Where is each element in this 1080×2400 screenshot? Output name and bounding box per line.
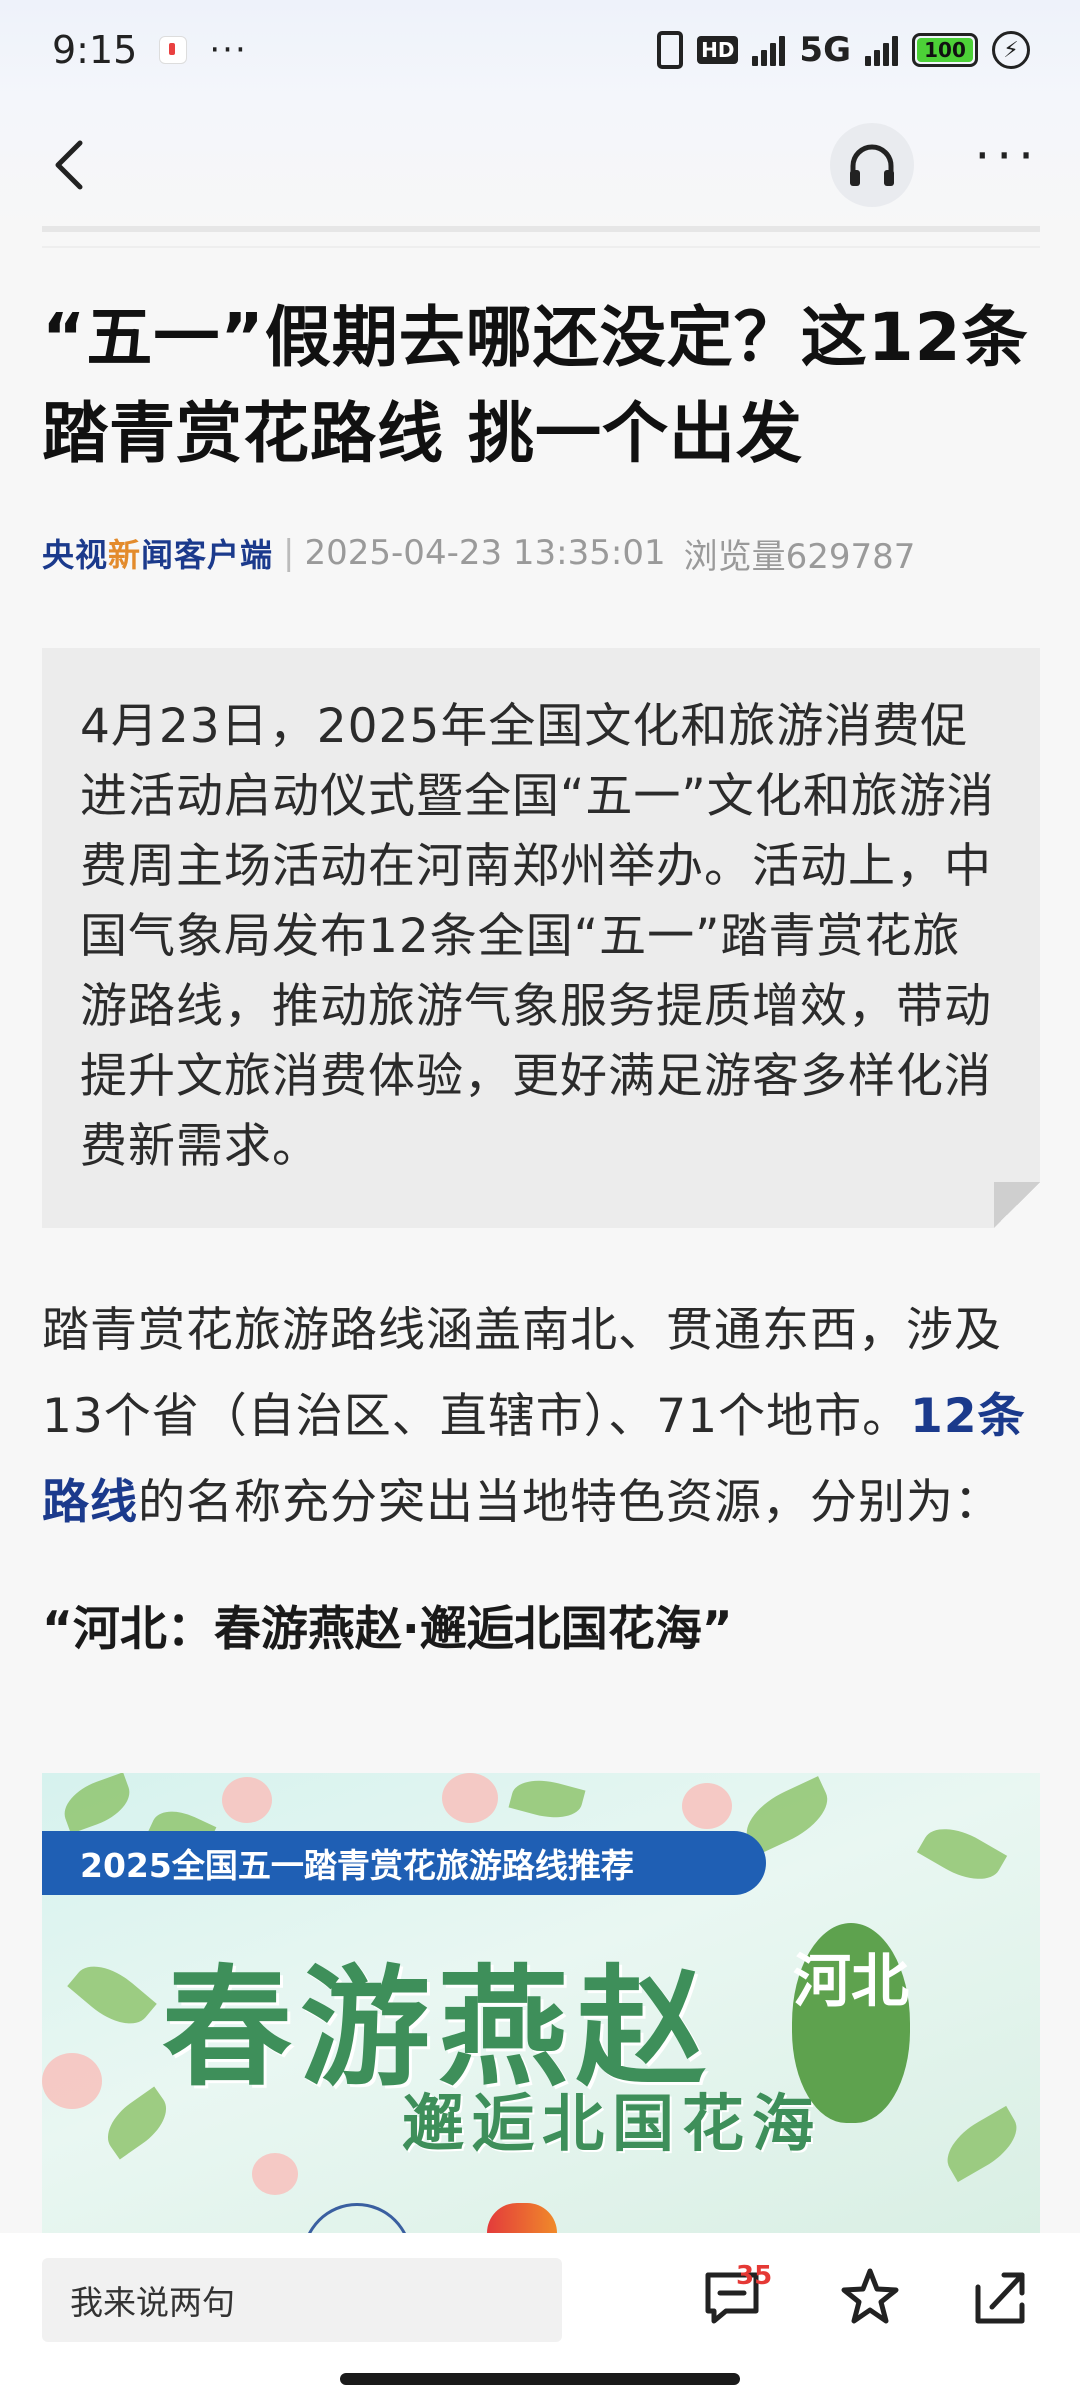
article-source[interactable]: 央视新闻客户端 — [42, 530, 273, 576]
body-paragraph: 踏青赏花旅游路线涵盖南北、贯通东西，涉及13个省（自治区、直辖市）、71个地市。… — [42, 1288, 1042, 1546]
home-indicator[interactable] — [340, 2373, 740, 2385]
body-text-part2: 的名称充分突出当地特色资源，分别为： — [138, 1475, 1002, 1530]
source-accent: 新 — [108, 536, 142, 574]
blossom-decoration — [682, 1783, 732, 1829]
leaf-decoration — [67, 1952, 157, 2038]
status-time: 9:15 — [52, 28, 138, 72]
source-part2: 闻客户端 — [141, 536, 274, 574]
star-icon — [841, 2268, 899, 2324]
body-text-part1: 踏青赏花旅游路线涵盖南北、贯通东西，涉及13个省（自治区、直辖市）、71个地市。 — [42, 1303, 1002, 1444]
leaf-decoration — [936, 2105, 1028, 2183]
nav-bar: ··· — [0, 100, 1080, 230]
summary-text: 4月23日，2025年全国文化和旅游消费促进活动启动仪式暨全国“五一”文化和旅游… — [80, 699, 995, 1174]
bottom-bar: 我来说两句 35 — [0, 2233, 1080, 2400]
signal-icon — [752, 34, 786, 66]
section-heading: “河北：春游燕赵·邂逅北国花海” — [42, 1602, 733, 1657]
banner-subtitle: 邂逅北国花海 — [402, 2087, 823, 2160]
page-fold-decoration — [994, 1182, 1040, 1228]
meta-separator: | — [283, 533, 295, 573]
article-image[interactable]: 2025全国五一踏青赏花旅游路线推荐 春游燕赵 邂逅北国花海 河北 — [42, 1773, 1040, 2233]
back-button[interactable] — [40, 135, 100, 195]
battery-icon: 100 — [912, 33, 978, 67]
province-badge: 河北 — [792, 1923, 910, 2123]
network-type: 5G — [799, 30, 851, 70]
battery-level: 100 — [917, 38, 973, 62]
listen-button[interactable] — [830, 123, 915, 207]
favorite-button[interactable] — [838, 2265, 902, 2329]
divider — [42, 226, 1040, 248]
charging-icon: ⚡ — [992, 31, 1030, 69]
share-icon — [975, 2272, 1025, 2324]
blossom-decoration — [222, 1777, 272, 1823]
status-left: 9:15 ··· — [52, 28, 248, 72]
share-button[interactable] — [968, 2265, 1032, 2329]
nav-actions: ··· — [830, 123, 1040, 207]
status-right: HD 5G 100 ⚡ — [657, 30, 1030, 70]
chevron-left-icon — [55, 140, 83, 190]
article-meta: 央视新闻客户端 | 2025-04-23 13:35:01 浏览量629787 — [42, 528, 1042, 578]
blossom-decoration — [42, 2053, 102, 2109]
blossom-decoration — [442, 1773, 498, 1823]
cma-logo — [302, 2203, 412, 2233]
article: “五一”假期去哪还没定？这12条踏青赏花路线 挑一个出发 央视新闻客户端 | 2… — [42, 290, 1042, 1659]
comment-input[interactable]: 我来说两句 — [42, 2258, 562, 2342]
leaf-decoration — [916, 1815, 1008, 1893]
summary-box: 4月23日，2025年全国文化和旅游消费促进活动启动仪式暨全国“五一”文化和旅游… — [42, 648, 1040, 1228]
article-title: “五一”假期去哪还没定？这12条踏青赏花路线 挑一个出发 — [42, 299, 1029, 472]
status-bar: 9:15 ··· HD 5G 100 ⚡ — [0, 0, 1080, 100]
notification-icon — [159, 36, 188, 64]
leaf-decoration — [508, 1773, 586, 1826]
blossom-decoration — [252, 2153, 298, 2195]
comment-count-badge: 35 — [736, 2261, 773, 2291]
headphones-icon — [850, 144, 895, 186]
hd-icon: HD — [697, 36, 739, 64]
vibrate-icon — [657, 31, 684, 69]
view-count: 浏览量629787 — [683, 536, 916, 577]
article-date: 2025-04-23 13:35:01 — [304, 533, 666, 573]
cctv-logo — [487, 2203, 557, 2233]
status-more-icon: ··· — [209, 30, 248, 70]
source-part1: 央视 — [42, 536, 109, 574]
leaf-decoration — [57, 1773, 137, 1834]
more-options-button[interactable]: ··· — [974, 131, 1040, 199]
signal-icon-2 — [865, 34, 898, 66]
banner-pill: 2025全国五一踏青赏花旅游路线推荐 — [42, 1831, 766, 1895]
